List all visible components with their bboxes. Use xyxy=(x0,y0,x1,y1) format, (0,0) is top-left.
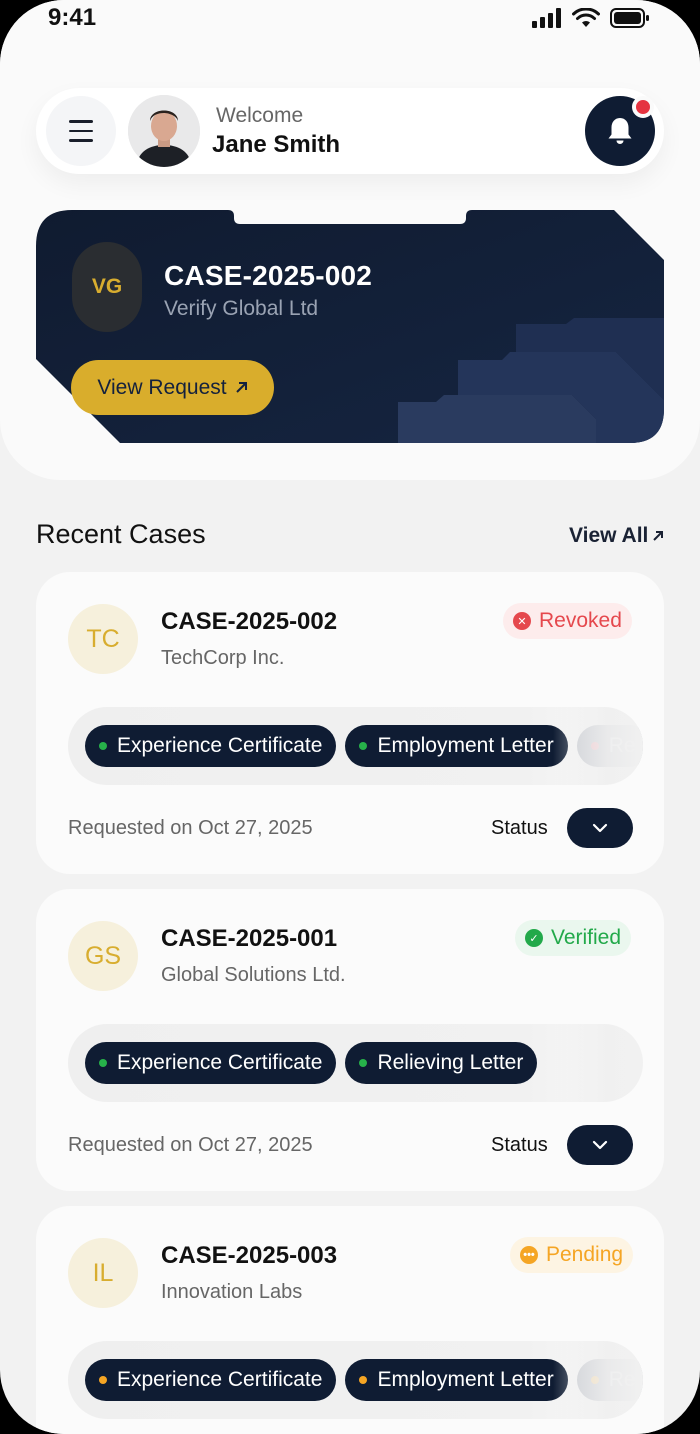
tag-label: Relieving Letter xyxy=(377,1051,524,1074)
menu-line xyxy=(69,120,93,123)
pending-icon: ••• xyxy=(520,1246,538,1264)
view-all-link[interactable]: View All xyxy=(569,524,664,548)
tag-dot xyxy=(99,1059,107,1067)
document-tags[interactable]: Experience Certificate Employment Letter… xyxy=(68,1341,643,1419)
document-tag[interactable]: Employment Letter xyxy=(345,1359,568,1401)
signal-icon xyxy=(532,8,561,28)
case-initials: TC xyxy=(68,604,138,674)
tag-fade xyxy=(553,707,643,785)
case-card[interactable]: TC CASE-2025-002 TechCorp Inc. ✕ Revoked… xyxy=(36,572,664,874)
tag-fade xyxy=(553,1341,643,1419)
phone-screen: 9:41 Welcome Jane Smith VG CASE-2025-002… xyxy=(0,0,700,1434)
document-tags[interactable]: Experience Certificate Employment Letter… xyxy=(68,707,643,785)
hero-company: Verify Global Ltd xyxy=(164,297,319,320)
battery-icon xyxy=(610,8,649,28)
welcome-label: Welcome xyxy=(216,104,304,127)
user-name: Jane Smith xyxy=(212,131,341,158)
status-bar: 9:41 xyxy=(0,0,700,40)
view-all-label: View All xyxy=(569,524,649,547)
bell-icon xyxy=(608,118,632,144)
tag-label: Experience Certificate xyxy=(117,1368,323,1391)
menu-line xyxy=(69,129,93,133)
notification-dot xyxy=(632,96,654,118)
menu-button[interactable] xyxy=(46,96,116,166)
chevron-down-icon xyxy=(592,1140,608,1150)
wifi-icon xyxy=(572,8,600,27)
case-id: CASE-2025-001 xyxy=(161,925,338,952)
tag-dot xyxy=(99,1376,107,1384)
view-request-label: View Request xyxy=(97,375,227,399)
case-company: Innovation Labs xyxy=(161,1281,303,1303)
tag-label: Employment Letter xyxy=(377,1368,554,1391)
tag-dot xyxy=(359,1376,368,1384)
document-tag[interactable]: Experience Certificate xyxy=(85,1042,337,1084)
tag-label: Experience Certificate xyxy=(117,1051,323,1074)
status-text: Verified xyxy=(551,926,622,949)
status-label: Status xyxy=(491,1134,548,1156)
case-id: CASE-2025-003 xyxy=(161,1242,338,1269)
document-tag[interactable]: Employment Letter xyxy=(345,725,568,767)
case-card[interactable]: IL CASE-2025-003 Innovation Labs ••• Pen… xyxy=(36,1206,664,1434)
menu-line xyxy=(69,139,93,142)
arrow-up-right-icon xyxy=(653,531,664,541)
featured-case-card[interactable]: VG CASE-2025-002 Verify Global Ltd View … xyxy=(36,210,664,443)
case-card[interactable]: GS CASE-2025-001 Global Solutions Ltd. ✓… xyxy=(36,889,664,1191)
tag-fade xyxy=(553,1024,643,1102)
hero-initials-badge: VG xyxy=(72,242,142,332)
document-tags[interactable]: Experience Certificate Relieving Letter xyxy=(68,1024,643,1102)
tag-label: Experience Certificate xyxy=(117,734,323,757)
status-toggle-button[interactable] xyxy=(567,808,633,848)
user-avatar[interactable] xyxy=(128,95,200,167)
document-tag[interactable]: Experience Certificate xyxy=(85,1359,337,1401)
case-initials: IL xyxy=(68,1238,138,1308)
requested-date: Requested on Oct 27, 2025 xyxy=(68,817,313,839)
case-id: CASE-2025-002 xyxy=(161,608,338,635)
document-tag[interactable]: Relieving Letter xyxy=(345,1042,538,1084)
avatar-photo xyxy=(128,95,200,167)
arrow-up-right-icon xyxy=(235,382,247,393)
recent-cases-title: Recent Cases xyxy=(36,519,206,549)
status-badge: ✕ Revoked xyxy=(503,603,632,639)
status-time: 9:41 xyxy=(48,4,97,31)
tag-dot xyxy=(99,742,107,750)
requested-date: Requested on Oct 27, 2025 xyxy=(68,1134,313,1156)
case-company: TechCorp Inc. xyxy=(161,647,285,669)
status-text: Revoked xyxy=(539,609,622,632)
revoked-icon: ✕ xyxy=(513,612,531,630)
status-badge: ✓ Verified xyxy=(515,920,632,956)
chevron-down-icon xyxy=(592,823,608,833)
tag-dot xyxy=(359,1059,368,1067)
status-text: Pending xyxy=(546,1243,624,1266)
document-tag[interactable]: Experience Certificate xyxy=(85,725,337,767)
status-icons xyxy=(532,8,650,28)
check-icon: ✓ xyxy=(525,929,543,947)
tag-label: Employment Letter xyxy=(377,734,554,757)
view-request-button[interactable]: View Request xyxy=(71,360,274,415)
case-company: Global Solutions Ltd. xyxy=(161,964,346,986)
hero-case-id: CASE-2025-002 xyxy=(164,260,373,291)
case-initials: GS xyxy=(68,921,138,991)
tag-dot xyxy=(359,742,368,750)
status-badge: ••• Pending xyxy=(510,1237,634,1273)
status-label: Status xyxy=(491,817,548,839)
status-toggle-button[interactable] xyxy=(567,1125,633,1165)
